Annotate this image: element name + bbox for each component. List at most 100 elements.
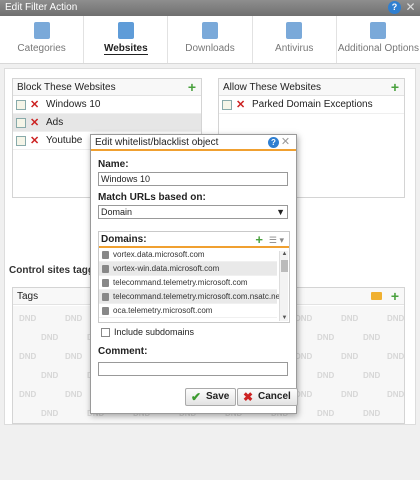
scrollbar-thumb[interactable]	[281, 260, 288, 272]
window-title: Edit Filter Action	[5, 2, 78, 13]
trash-icon[interactable]	[102, 265, 109, 273]
include-subdomains-checkbox[interactable]	[101, 328, 110, 337]
dnd-watermark: DND	[387, 352, 404, 361]
cancel-button-label: Cancel	[258, 391, 291, 402]
name-field[interactable]: Windows 10	[98, 172, 288, 186]
dnd-watermark: DND	[387, 390, 404, 399]
dnd-watermark: DND	[341, 390, 359, 399]
dnd-watermark: DND	[341, 352, 359, 361]
dnd-watermark: DND	[295, 314, 313, 323]
dnd-watermark: DND	[363, 371, 381, 380]
delete-icon[interactable]: ✕	[236, 96, 245, 114]
dnd-watermark: DND	[317, 333, 335, 342]
domain-row[interactable]: telecommand.telemetry.microsoft.com	[99, 276, 277, 290]
trash-icon[interactable]	[102, 251, 109, 259]
chevron-down-icon: ▼	[276, 207, 285, 217]
dnd-watermark: DND	[341, 314, 359, 323]
cancel-icon: ✖	[243, 390, 254, 404]
dnd-watermark: DND	[317, 409, 335, 418]
block-panel-header: Block These Websites +	[13, 79, 201, 96]
list-menu-icon[interactable]: ☰ ▾	[269, 232, 284, 248]
delete-icon[interactable]: ✕	[30, 114, 39, 132]
dnd-watermark: DND	[65, 352, 83, 361]
download-icon	[202, 22, 218, 39]
tab-label: Downloads	[185, 43, 235, 54]
edit-icon[interactable]	[222, 100, 232, 110]
save-button-label: Save	[206, 391, 230, 402]
list-item[interactable]: ✕ Ads	[13, 114, 201, 132]
tab-websites[interactable]: Websites	[84, 16, 169, 63]
domain-value: vortex-win.data.microsoft.com	[113, 264, 220, 273]
add-tag-icon[interactable]: +	[391, 288, 399, 304]
list-item[interactable]: ✕ Parked Domain Exceptions	[219, 96, 404, 114]
add-domain-icon[interactable]: +	[255, 232, 263, 247]
tab-additional-options[interactable]: Additional Options	[337, 16, 420, 63]
tab-categories[interactable]: Categories	[0, 16, 85, 63]
name-label: Name:	[98, 159, 129, 170]
antivirus-icon	[286, 22, 303, 39]
help-icon[interactable]: ?	[388, 1, 401, 14]
list-item-label: Parked Domain Exceptions	[252, 99, 373, 110]
trash-icon[interactable]	[102, 279, 109, 287]
close-icon[interactable]: ✕	[404, 1, 417, 14]
list-item-label: Windows 10	[46, 99, 101, 110]
domains-panel: Domains: + ☰ ▾ vortex.data.microsoft.com…	[98, 231, 290, 323]
close-icon[interactable]: ✕	[279, 135, 292, 148]
comment-label: Comment:	[98, 346, 148, 357]
dnd-watermark: DND	[41, 409, 59, 418]
domain-row[interactable]: oca.telemetry.microsoft.com	[99, 304, 277, 318]
edit-object-dialog: Edit whitelist/blacklist object ? ✕ Name…	[90, 134, 298, 414]
domain-row[interactable]: telecommand.telemetry.microsoft.com.nsat…	[99, 290, 282, 304]
comment-field[interactable]	[98, 362, 288, 376]
allow-panel-title: Allow These Websites	[223, 82, 322, 93]
save-button[interactable]: ✔ Save	[185, 388, 237, 406]
add-allow-icon[interactable]: +	[391, 79, 399, 95]
edit-icon[interactable]	[16, 100, 26, 110]
options-icon	[370, 22, 387, 39]
delete-icon[interactable]: ✕	[30, 132, 39, 150]
list-item[interactable]: ✕ Windows 10	[13, 96, 201, 114]
domains-scrollbar[interactable]: ▲ ▼	[279, 251, 288, 321]
dnd-watermark: DND	[65, 314, 83, 323]
domain-value: telecommand.telemetry.microsoft.com.nsat…	[113, 292, 283, 301]
trash-icon[interactable]	[102, 293, 109, 301]
edit-icon[interactable]	[16, 118, 26, 128]
dialog-titlebar: Edit whitelist/blacklist object ? ✕	[91, 135, 296, 151]
edit-icon[interactable]	[16, 136, 26, 146]
domain-row[interactable]: vortex.data.microsoft.com	[99, 248, 277, 262]
domain-value: telecommand.telemetry.microsoft.com	[113, 278, 248, 287]
bottom-area	[0, 425, 420, 480]
tab-antivirus[interactable]: Antivirus	[253, 16, 337, 63]
websites-icon	[117, 22, 134, 39]
tab-downloads[interactable]: Downloads	[168, 16, 253, 63]
dnd-watermark: DND	[19, 314, 37, 323]
tab-label: Websites	[103, 43, 148, 55]
scroll-down-icon[interactable]: ▼	[280, 315, 289, 321]
dnd-watermark: DND	[41, 371, 59, 380]
tab-label: Antivirus	[275, 43, 314, 54]
dnd-watermark: DND	[295, 352, 313, 361]
scroll-up-icon[interactable]: ▲	[280, 251, 289, 257]
match-label: Match URLs based on:	[98, 192, 206, 203]
dnd-watermark: DND	[317, 371, 335, 380]
dnd-watermark: DND	[363, 409, 381, 418]
folder-icon[interactable]	[371, 292, 382, 300]
include-subdomains-label: Include subdomains	[114, 327, 195, 337]
domains-header: Domains: + ☰ ▾	[99, 232, 289, 248]
domains-label: Domains:	[101, 234, 147, 245]
list-item-label: Youtube	[46, 135, 83, 146]
domain-row[interactable]: vortex-win.data.microsoft.com	[99, 262, 277, 276]
cancel-button[interactable]: ✖ Cancel	[237, 388, 298, 406]
dialog-title: Edit whitelist/blacklist object	[95, 137, 219, 148]
match-select-value: Domain	[101, 207, 133, 217]
dnd-watermark: DND	[19, 390, 37, 399]
window-titlebar: Edit Filter Action ? ✕	[0, 0, 420, 16]
allow-panel-header: Allow These Websites +	[219, 79, 404, 96]
dnd-watermark: DND	[65, 390, 83, 399]
match-select[interactable]: Domain ▼	[98, 205, 288, 219]
help-icon[interactable]: ?	[268, 137, 279, 148]
delete-icon[interactable]: ✕	[30, 96, 39, 114]
trash-icon[interactable]	[102, 307, 109, 315]
dnd-watermark: DND	[41, 333, 59, 342]
add-block-icon[interactable]: +	[188, 79, 196, 95]
